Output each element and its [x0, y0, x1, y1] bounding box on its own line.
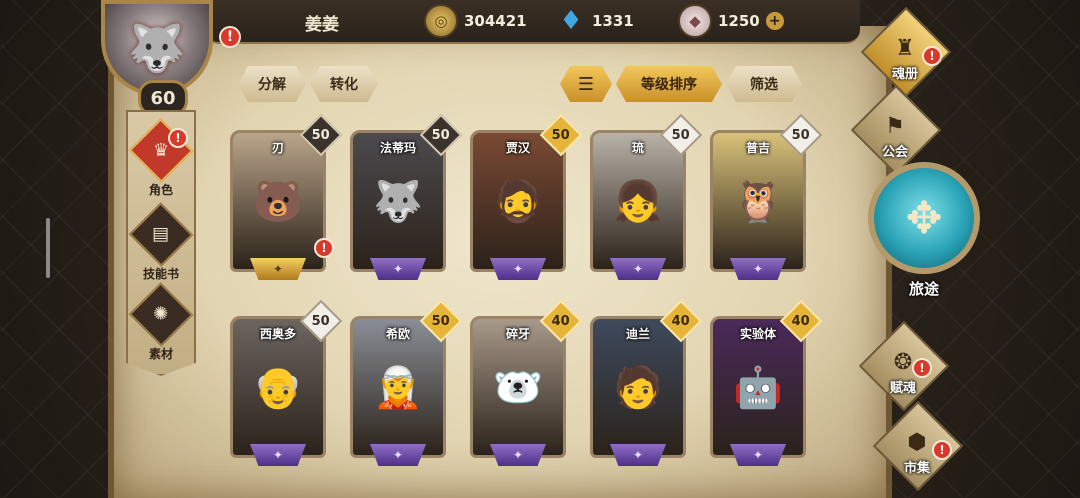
hero-card[interactable]: 🐻‍❄️ 碎牙 ✦ 40	[470, 299, 583, 468]
character-alert-icon: !	[168, 128, 188, 148]
scroll-indicator	[46, 218, 50, 278]
gem-icon: ◆	[678, 4, 712, 38]
hero-card-frame: 🦉 普吉	[710, 130, 806, 272]
hero-card[interactable]: 🐺 法蒂玛 ✦ 50	[350, 113, 463, 282]
nav-label-character: 角色	[148, 183, 173, 197]
sort-toggle-button[interactable]: ☰	[560, 66, 612, 102]
hero-level: 50	[311, 127, 331, 143]
hero-level: 40	[551, 313, 571, 329]
hero-card-frame: 🧔 贾汉	[470, 130, 566, 272]
hero-rank-crest: ✦	[490, 444, 546, 466]
soul-book-icon: ♜	[895, 36, 915, 61]
hero-rank-crest: ✦	[370, 258, 426, 280]
journey-compass-icon: ✥	[868, 162, 980, 274]
hero-rank-crest: ✦	[250, 444, 306, 466]
hero-card-frame: 🐻‍❄️ 碎牙	[470, 316, 566, 458]
filter-button[interactable]: 筛选	[726, 66, 802, 102]
decompose-button[interactable]: 分解	[238, 66, 306, 102]
hero-card-frame: 🧑 迪兰	[590, 316, 686, 458]
hero-card-frame: 🧝 希欧	[350, 316, 446, 458]
gem-resource: ◆ 1250 +	[678, 4, 784, 38]
add-gem-button[interactable]: +	[765, 12, 784, 30]
nav-item-skill-book[interactable]: ▤ 技能书	[128, 202, 194, 282]
hero-card[interactable]: 🧔 贾汉 ✦ 50	[470, 113, 583, 282]
hero-card-frame: 👴 西奥多	[230, 316, 326, 458]
crystal-resource: ♦ 1331	[556, 4, 634, 38]
crystal-icon: ♦	[559, 6, 583, 36]
hero-level: 50	[671, 127, 691, 143]
hero-card-frame: 🐻 刃	[230, 130, 326, 272]
hero-rank-crest: ✦	[370, 444, 426, 466]
hero-card[interactable]: 🐻 刃 ✦ 50!	[230, 113, 343, 282]
guild-button[interactable]: ⚑ 公会	[850, 84, 942, 176]
gem-value: 1250	[718, 12, 760, 30]
fusion-label: 赋魂	[889, 381, 916, 396]
hero-rank-crest: ✦	[250, 258, 306, 280]
nav-label-skill-book: 技能书	[142, 267, 179, 281]
hero-level: 50	[551, 127, 571, 143]
gold-resource: ◎ 304421	[424, 4, 527, 38]
hero-rank-crest: ✦	[610, 444, 666, 466]
avatar-alert-icon: !	[219, 26, 241, 48]
guild-label: 公会	[881, 145, 908, 160]
hero-level: 50	[311, 313, 331, 329]
fusion-alert-icon: !	[912, 358, 932, 378]
soul-book-alert-icon: !	[922, 46, 942, 66]
fusion-icon: ❂	[893, 350, 913, 375]
hero-card[interactable]: 🤖 实验体 ✦ 40	[710, 299, 823, 468]
journey-label: 旅途	[908, 280, 939, 298]
hero-card-frame: 🐺 法蒂玛	[350, 130, 446, 272]
hero-rank-crest: ✦	[730, 258, 786, 280]
player-name: 姜姜	[305, 15, 339, 35]
journey-button[interactable]: ✥ 旅途	[864, 162, 982, 320]
market-alert-icon: !	[932, 440, 952, 460]
left-nav: ♛ 角色 ▤ 技能书 ✺ 素材	[126, 110, 196, 376]
gold-coin-icon: ◎	[424, 4, 458, 38]
sort-icon: ☰	[577, 73, 595, 95]
level-sort-button[interactable]: 等级排序	[616, 66, 722, 102]
nav-label-material: 素材	[148, 347, 173, 361]
hero-rank-crest: ✦	[490, 258, 546, 280]
hero-alert-icon: !	[314, 238, 334, 258]
hero-level: 50	[431, 313, 451, 329]
market-icon: ⬢	[907, 430, 927, 455]
hero-level: 40	[671, 313, 691, 329]
market-label: 市集	[903, 461, 930, 476]
gold-value: 304421	[464, 12, 527, 30]
nav-item-material[interactable]: ✺ 素材	[128, 282, 194, 362]
guild-icon: ⚑	[885, 114, 905, 139]
convert-button[interactable]: 转化	[310, 66, 378, 102]
hero-level: 40	[791, 313, 811, 329]
hero-rank-crest: ✦	[730, 444, 786, 466]
hero-card[interactable]: 👧 琉 ✦ 50	[590, 113, 703, 282]
hero-rank-crest: ✦	[610, 258, 666, 280]
skill-book-icon: ▤	[128, 202, 194, 267]
hero-card-frame: 🤖 实验体	[710, 316, 806, 458]
hero-card[interactable]: 👴 西奥多 ✦ 50	[230, 299, 343, 468]
hero-card[interactable]: 🦉 普吉 ✦ 50	[710, 113, 823, 282]
fusion-button[interactable]: ❂ 赋魂	[858, 320, 950, 412]
hero-level: 50	[431, 127, 451, 143]
hero-card[interactable]: 🧑 迪兰 ✦ 40	[590, 299, 703, 468]
wolf-icon: 🐺	[128, 20, 186, 75]
hero-level: 50	[791, 127, 811, 143]
character-icon: ♛	[128, 118, 194, 183]
hero-card[interactable]: 🧝 希欧 ✦ 50	[350, 299, 463, 468]
hero-card-frame: 👧 琉	[590, 130, 686, 272]
material-icon: ✺	[128, 282, 194, 347]
soul-book-label: 魂册	[891, 67, 918, 82]
crystal-value: 1331	[592, 12, 634, 30]
